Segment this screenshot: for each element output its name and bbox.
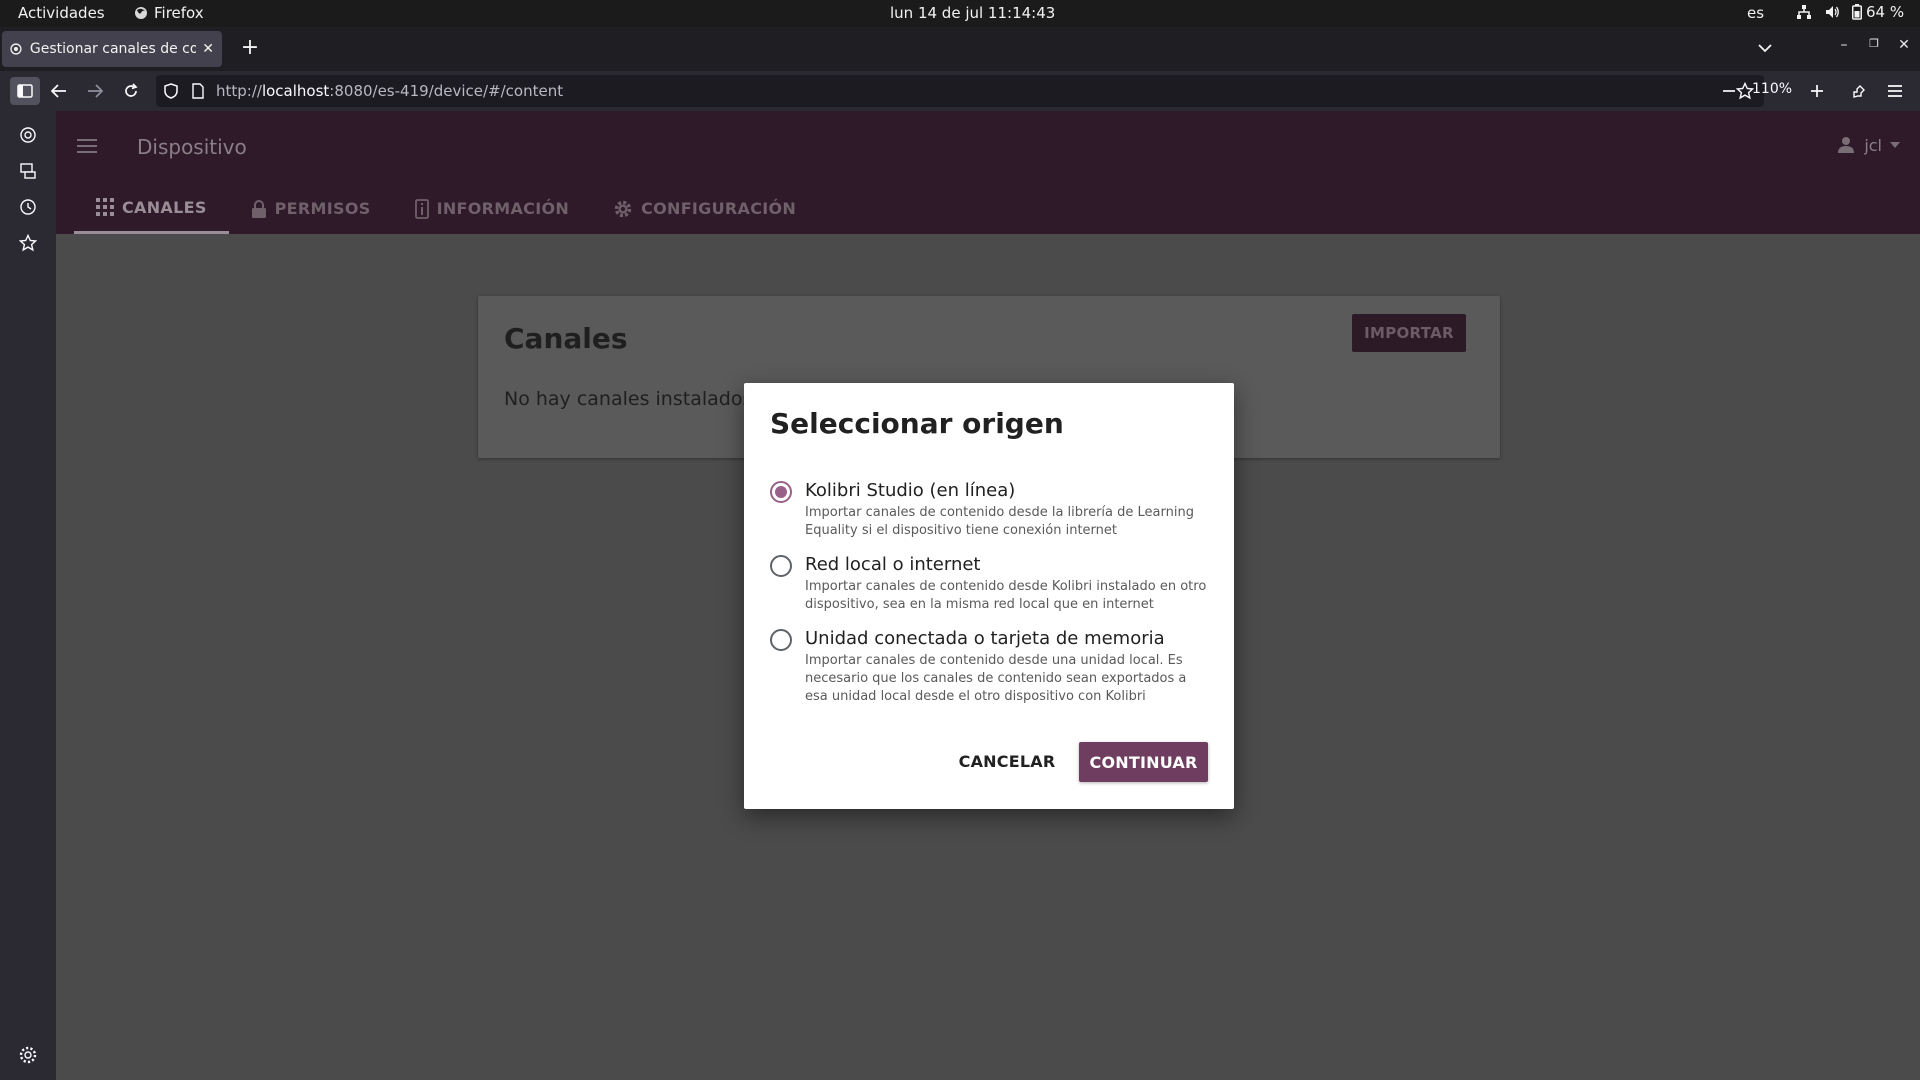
user-name: jcl <box>1864 135 1882 155</box>
tab-title: Gestionar canales de con <box>29 41 197 57</box>
network-icon <box>1797 5 1811 19</box>
volume-icon <box>1826 6 1839 18</box>
back-icon[interactable] <box>46 79 72 103</box>
radio-button[interactable] <box>770 555 792 577</box>
restore-window-icon[interactable]: ❐ <box>1864 37 1884 50</box>
empty-channels-message: No hay canales instalados <box>504 388 753 410</box>
tab-informacion[interactable]: INFORMACIÓN <box>393 183 592 234</box>
info-icon <box>414 198 429 219</box>
minimize-window-icon[interactable]: – <box>1834 37 1854 53</box>
app-bar: Dispositivo jcl CANALES PERMISOS INFORMA… <box>56 111 1920 234</box>
zoom-level[interactable]: 110% <box>1752 81 1792 97</box>
battery-level: 64 % <box>1866 3 1905 21</box>
radio-button[interactable] <box>770 629 792 651</box>
history-icon[interactable] <box>16 195 40 219</box>
activities-button[interactable]: Actividades <box>18 4 105 22</box>
option-local-network[interactable]: Red local o internet Importar canales de… <box>770 554 1210 614</box>
app-name: Firefox <box>154 4 204 22</box>
close-window-icon[interactable]: ✕ <box>1894 37 1914 53</box>
option-label: Kolibri Studio (en línea) <box>805 480 1016 501</box>
dialog-title: Seleccionar origen <box>770 407 1064 440</box>
continue-button[interactable]: CONTINUAR <box>1079 742 1208 782</box>
tab-configuracion[interactable]: CONFIGURACIÓN <box>591 183 818 234</box>
menu-icon[interactable] <box>1882 79 1908 103</box>
url-bar[interactable]: http://localhost:8080/es-419/device/#/co… <box>156 75 1764 107</box>
url-text[interactable]: http://localhost:8080/es-419/device/#/co… <box>216 82 563 100</box>
close-tab-icon[interactable]: ✕ <box>202 41 214 57</box>
tab-label: CONFIGURACIÓN <box>641 199 797 218</box>
tab-label: PERMISOS <box>274 199 371 218</box>
system-top-bar: Actividades Firefox lun 14 de jul 11:14:… <box>0 0 1920 27</box>
new-tab-button[interactable]: + <box>236 35 264 63</box>
browser-sidebar <box>0 111 56 1080</box>
page-info-icon[interactable] <box>192 83 204 103</box>
sidebar-toggle-icon[interactable] <box>10 77 40 105</box>
tab-permisos[interactable]: PERMISOS <box>229 183 393 234</box>
bookmarks-icon[interactable] <box>16 231 40 255</box>
tracking-protection-icon[interactable] <box>164 83 178 103</box>
list-all-tabs-icon[interactable] <box>1758 38 1772 57</box>
zoom-out-icon[interactable] <box>1716 79 1742 103</box>
user-icon <box>1838 137 1855 153</box>
language-indicator[interactable]: es <box>1747 4 1764 22</box>
import-button[interactable]: IMPORTAR <box>1352 314 1466 352</box>
tab-label: INFORMACIÓN <box>436 199 570 218</box>
forward-icon[interactable] <box>82 79 108 103</box>
device-tabs: CANALES PERMISOS INFORMACIÓN CONFIGURACI… <box>74 183 818 234</box>
page-title: Dispositivo <box>137 135 247 159</box>
option-attached-drive[interactable]: Unidad conectada o tarjeta de memoria Im… <box>770 628 1210 708</box>
favicon-icon <box>10 43 22 55</box>
apps-icon <box>96 198 114 216</box>
channels-title: Canales <box>504 322 628 355</box>
lock-icon <box>251 199 266 218</box>
option-description: Importar canales de contenido desde la l… <box>805 505 1194 538</box>
cancel-button[interactable]: CANCELAR <box>952 742 1062 780</box>
synced-tabs-icon[interactable] <box>16 159 40 183</box>
system-tray[interactable]: 64 % <box>1796 3 1904 21</box>
battery-icon <box>1852 4 1862 20</box>
tab-label: CANALES <box>122 197 207 217</box>
extensions-icon[interactable] <box>1846 79 1872 103</box>
option-label: Red local o internet <box>805 554 981 575</box>
option-label: Unidad conectada o tarjeta de memoria <box>805 628 1165 649</box>
zoom-in-icon[interactable] <box>1804 79 1830 103</box>
option-description: Importar canales de contenido desde Koli… <box>805 579 1207 612</box>
option-kolibri-studio[interactable]: Kolibri Studio (en línea) Importar canal… <box>770 480 1210 540</box>
app-menu[interactable]: Firefox <box>134 4 204 22</box>
browser-nav-bar: http://localhost:8080/es-419/device/#/co… <box>0 71 1920 111</box>
firefox-icon <box>135 7 147 19</box>
select-source-dialog: Seleccionar origen Kolibri Studio (en lí… <box>744 383 1234 809</box>
chevron-down-icon <box>1890 142 1900 148</box>
hamburger-menu-icon[interactable] <box>76 137 98 159</box>
user-menu[interactable]: jcl <box>1836 135 1900 155</box>
option-description: Importar canales de contenido desde una … <box>805 653 1187 704</box>
browser-tab[interactable]: Gestionar canales de con ✕ <box>2 31 222 67</box>
ai-chatbot-icon[interactable] <box>16 123 40 147</box>
reload-icon[interactable] <box>118 79 144 103</box>
gear-icon <box>614 200 632 217</box>
browser-tab-bar: Gestionar canales de con ✕ + – ❐ ✕ <box>0 27 1920 71</box>
clock[interactable]: lun 14 de jul 11:14:43 <box>890 4 1055 22</box>
tab-canales[interactable]: CANALES <box>74 183 229 234</box>
radio-button[interactable] <box>770 481 792 503</box>
customize-sidebar-icon[interactable] <box>16 1043 40 1067</box>
